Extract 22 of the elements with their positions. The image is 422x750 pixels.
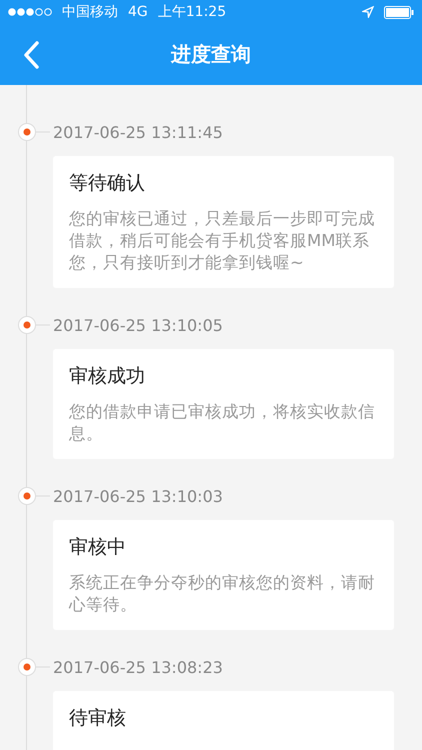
timeline-dot-icon (17, 486, 51, 506)
timestamp: 2017-06-25 13:08:23 (53, 658, 223, 676)
timestamp: 2017-06-25 13:11:45 (53, 122, 223, 142)
timeline-dot-icon (17, 315, 51, 335)
status-title: 审核中 (69, 535, 127, 560)
location-icon (362, 6, 374, 18)
status-title: 待审核 (69, 706, 127, 731)
status-description: 您的借款申请已审核成功，将核实收款信息。 (69, 401, 376, 445)
timestamp: 2017-06-25 13:10:03 (53, 486, 223, 506)
battery-icon (384, 6, 414, 18)
page-title: 进度查询 (171, 41, 251, 68)
carrier-name: 中国移动 (62, 3, 118, 21)
timestamp: 2017-06-25 13:10:05 (53, 316, 223, 334)
status-title: 等待确认 (69, 171, 146, 196)
status-description: 系统正在争分夺秒的审核您的资料，请耐心等待。 (69, 572, 376, 616)
status-title: 审核成功 (69, 364, 146, 389)
timeline-dot-icon (17, 122, 51, 142)
signal-icon (8, 8, 52, 16)
timeline-dot-icon (17, 657, 51, 677)
network-type: 4G (128, 4, 148, 20)
status-description: 您的审核已通过，只差最后一步即可完成借款，稍后可能会有手机贷客服MM联系您，只有接听到才能拿到钱喔~ (69, 208, 376, 274)
clock: 上午11:25 (158, 3, 226, 21)
